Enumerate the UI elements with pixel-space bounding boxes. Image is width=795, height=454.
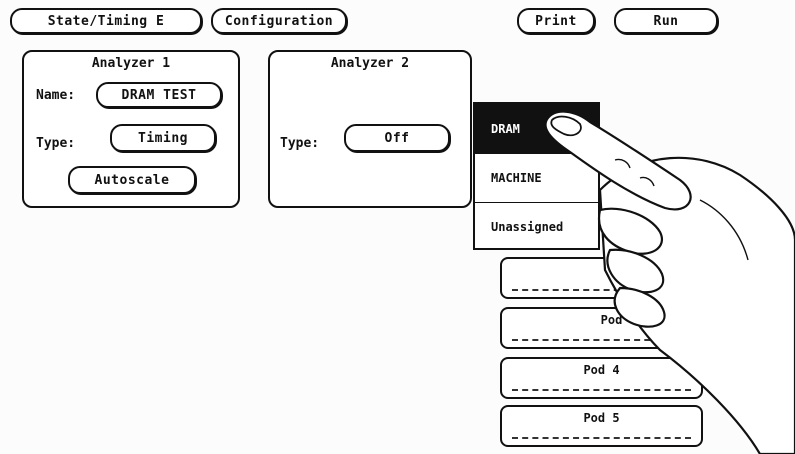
pointing-hand-icon xyxy=(544,110,795,454)
